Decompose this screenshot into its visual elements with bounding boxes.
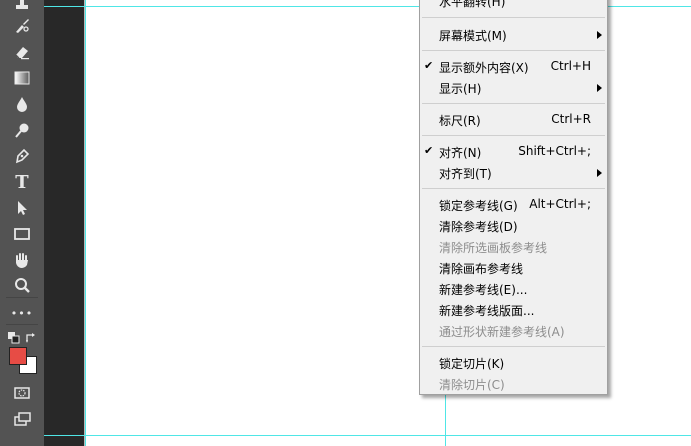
menu-item-snap[interactable]: ✔ 对齐(N) Shift+Ctrl+; [420, 142, 607, 162]
menu-item-lock-slices[interactable]: 锁定切片(K) [420, 353, 607, 373]
blur-drop-icon[interactable] [10, 93, 34, 115]
quick-mask-icon[interactable] [10, 382, 34, 404]
type-icon[interactable]: T [10, 171, 34, 193]
submenu-arrow-icon [597, 84, 602, 92]
guide-line-horizontal[interactable] [44, 435, 691, 436]
view-menu-dropdown: 水平翻转(H) 屏幕模式(M) ✔ 显示额外内容(X) Ctrl+H 显示(H)… [419, 0, 608, 395]
menu-item-snap-to[interactable]: 对齐到(T) [420, 163, 607, 183]
check-icon: ✔ [424, 59, 434, 72]
menu-item-new-guide-layout[interactable]: 新建参考线版面... [420, 300, 607, 320]
menu-item-clear-guides[interactable]: 清除参考线(D) [420, 216, 607, 236]
menu-item-flip-horizontal[interactable]: 水平翻转(H) [420, 0, 607, 11]
menu-item-lock-guides[interactable]: 锁定参考线(G) Alt+Ctrl+; [420, 195, 607, 215]
more-tools-icon[interactable]: ••• [10, 302, 34, 324]
menu-item-screen-mode[interactable]: 屏幕模式(M) [420, 25, 607, 45]
pen-icon[interactable] [10, 145, 34, 167]
tools-panel: T ••• [0, 0, 44, 446]
check-icon: ✔ [424, 144, 434, 157]
path-selection-icon[interactable] [10, 197, 34, 219]
default-colors-icon[interactable] [8, 329, 20, 344]
eraser-icon[interactable] [10, 41, 34, 63]
foreground-color-swatch[interactable] [9, 347, 27, 365]
submenu-arrow-icon [597, 31, 602, 39]
menu-item-new-guides-from-shape: 通过形状新建参考线(A) [439, 325, 565, 339]
screen-mode-icon[interactable] [10, 408, 34, 430]
stamp-tool-icon[interactable] [10, 0, 34, 16]
swap-colors-icon[interactable] [25, 329, 37, 343]
menu-item-clear-artboard-guides: 清除所选画板参考线 [439, 241, 548, 255]
dodge-icon[interactable] [10, 119, 34, 141]
guide-line-vertical[interactable] [85, 0, 86, 446]
canvas-pasteboard [44, 0, 84, 446]
gradient-icon[interactable] [10, 67, 34, 89]
hand-icon[interactable] [10, 249, 34, 271]
menu-item-show-extras[interactable]: ✔ 显示额外内容(X) Ctrl+H [420, 57, 607, 77]
menu-item-rulers[interactable]: 标尺(R) Ctrl+R [420, 110, 607, 130]
menu-item-clear-canvas-guides[interactable]: 清除画布参考线 [420, 258, 607, 278]
menu-item-new-guide[interactable]: 新建参考线(E)... [420, 279, 607, 299]
menu-item-show[interactable]: 显示(H) [420, 78, 607, 98]
rectangle-icon[interactable] [10, 223, 34, 245]
zoom-icon[interactable] [10, 275, 34, 297]
menu-item-clear-slices: 清除切片(C) [439, 378, 505, 392]
submenu-arrow-icon [597, 169, 602, 177]
history-brush-icon[interactable] [10, 15, 34, 37]
